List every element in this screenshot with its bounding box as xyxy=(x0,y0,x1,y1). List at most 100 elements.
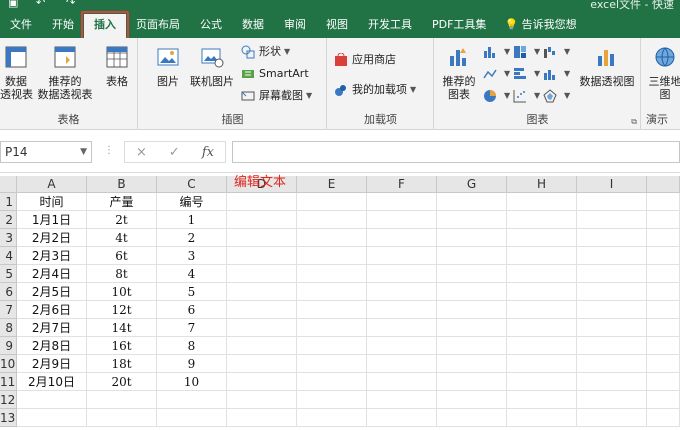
cell[interactable] xyxy=(647,247,680,265)
row-header-7[interactable]: 7 xyxy=(0,301,17,319)
cell[interactable] xyxy=(297,409,367,427)
cell[interactable] xyxy=(227,193,297,211)
cell[interactable] xyxy=(577,355,647,373)
row-header-3[interactable]: 3 xyxy=(0,229,17,247)
cell[interactable] xyxy=(297,211,367,229)
tab-data[interactable]: 数据 xyxy=(232,14,274,38)
column-header-g[interactable]: G xyxy=(437,176,507,193)
map-3d-button[interactable]: 三维地 图 xyxy=(648,44,680,101)
cell[interactable]: 12t xyxy=(87,301,157,319)
cell[interactable] xyxy=(647,211,680,229)
cell[interactable] xyxy=(367,247,437,265)
cell[interactable]: 7 xyxy=(157,319,227,337)
cell[interactable] xyxy=(577,319,647,337)
cell[interactable] xyxy=(647,229,680,247)
cell[interactable] xyxy=(437,409,507,427)
cell[interactable] xyxy=(507,319,577,337)
cell[interactable] xyxy=(297,301,367,319)
cell[interactable]: 时间 xyxy=(17,193,87,211)
cell[interactable] xyxy=(227,355,297,373)
bar-chart-button[interactable]: ▼ xyxy=(513,64,540,84)
column-header-h[interactable]: H xyxy=(507,176,577,193)
cell[interactable] xyxy=(367,301,437,319)
tab-review[interactable]: 审阅 xyxy=(274,14,316,38)
cell[interactable] xyxy=(647,193,680,211)
cell[interactable] xyxy=(577,265,647,283)
cell[interactable] xyxy=(227,373,297,391)
pie-chart-button[interactable]: ▼ xyxy=(483,86,510,106)
cell[interactable] xyxy=(507,247,577,265)
cell[interactable]: 1 xyxy=(157,211,227,229)
recommended-pivot-button[interactable]: 推荐的 数据透视表 xyxy=(34,44,96,101)
cell[interactable] xyxy=(297,247,367,265)
store-button[interactable]: 应用商店 xyxy=(334,50,396,70)
cell[interactable] xyxy=(227,391,297,409)
cell[interactable] xyxy=(647,319,680,337)
cell[interactable] xyxy=(227,337,297,355)
cell[interactable] xyxy=(507,391,577,409)
row-header-10[interactable]: 10 xyxy=(0,355,17,373)
cell[interactable]: 6t xyxy=(87,247,157,265)
cell[interactable]: 产量 xyxy=(87,193,157,211)
cell[interactable] xyxy=(577,193,647,211)
cell[interactable] xyxy=(437,391,507,409)
cell[interactable] xyxy=(647,301,680,319)
cell[interactable]: 8t xyxy=(87,265,157,283)
cell[interactable] xyxy=(297,319,367,337)
smartart-button[interactable]: SmartArt xyxy=(241,64,309,84)
cell[interactable] xyxy=(437,283,507,301)
formula-input[interactable] xyxy=(232,141,680,163)
row-header-12[interactable]: 12 xyxy=(0,391,17,409)
cell[interactable] xyxy=(87,409,157,427)
cell[interactable]: 10 xyxy=(157,373,227,391)
cell[interactable]: 20t xyxy=(87,373,157,391)
cell[interactable] xyxy=(577,247,647,265)
cell[interactable]: 2t xyxy=(87,211,157,229)
cell[interactable] xyxy=(437,229,507,247)
cell[interactable]: 14t xyxy=(87,319,157,337)
line-chart-button[interactable]: ▼ xyxy=(483,64,510,84)
cell[interactable] xyxy=(367,229,437,247)
cell[interactable] xyxy=(437,265,507,283)
cell[interactable] xyxy=(507,193,577,211)
hierarchy-chart-button[interactable]: ▼ xyxy=(513,42,540,62)
cell[interactable] xyxy=(297,229,367,247)
column-header-e[interactable]: E xyxy=(297,176,367,193)
column-header-f[interactable]: F xyxy=(367,176,437,193)
cell[interactable] xyxy=(507,211,577,229)
cell[interactable] xyxy=(507,337,577,355)
row-header-6[interactable]: 6 xyxy=(0,283,17,301)
my-addins-button[interactable]: 我的加载项 ▼ xyxy=(334,80,416,100)
cell[interactable] xyxy=(297,283,367,301)
cell[interactable] xyxy=(437,373,507,391)
cell[interactable] xyxy=(297,193,367,211)
cell[interactable]: 2月7日 xyxy=(17,319,87,337)
scatter-chart-button[interactable]: ▼ xyxy=(513,86,540,106)
cell[interactable]: 18t xyxy=(87,355,157,373)
tell-me-box[interactable]: 💡 告诉我您想 xyxy=(496,14,576,38)
row-header-1[interactable]: 1 xyxy=(0,193,17,211)
online-picture-button[interactable]: 联机图片 xyxy=(187,44,237,88)
cell[interactable] xyxy=(507,355,577,373)
chevron-down-icon[interactable]: ▼ xyxy=(80,142,87,162)
cell[interactable] xyxy=(647,391,680,409)
cell[interactable] xyxy=(17,409,87,427)
waterfall-chart-button[interactable]: ▼ xyxy=(543,42,570,62)
cell[interactable] xyxy=(297,265,367,283)
picture-button[interactable]: 图片 xyxy=(151,44,185,88)
cell[interactable] xyxy=(367,355,437,373)
cell[interactable] xyxy=(437,247,507,265)
row-header-9[interactable]: 9 xyxy=(0,337,17,355)
cell[interactable] xyxy=(577,337,647,355)
cell[interactable] xyxy=(437,211,507,229)
cell[interactable]: 2月5日 xyxy=(17,283,87,301)
table-button[interactable]: 表格 xyxy=(100,44,134,88)
cell[interactable] xyxy=(297,337,367,355)
column-chart-button[interactable]: ▼ xyxy=(483,42,510,62)
cell[interactable] xyxy=(647,409,680,427)
undo-icon[interactable]: ↶ xyxy=(36,0,48,9)
tab-file[interactable]: 文件 xyxy=(0,14,42,38)
pivot-chart-button[interactable]: 数据透视图 xyxy=(575,44,639,88)
cell[interactable] xyxy=(157,409,227,427)
cell[interactable] xyxy=(367,283,437,301)
